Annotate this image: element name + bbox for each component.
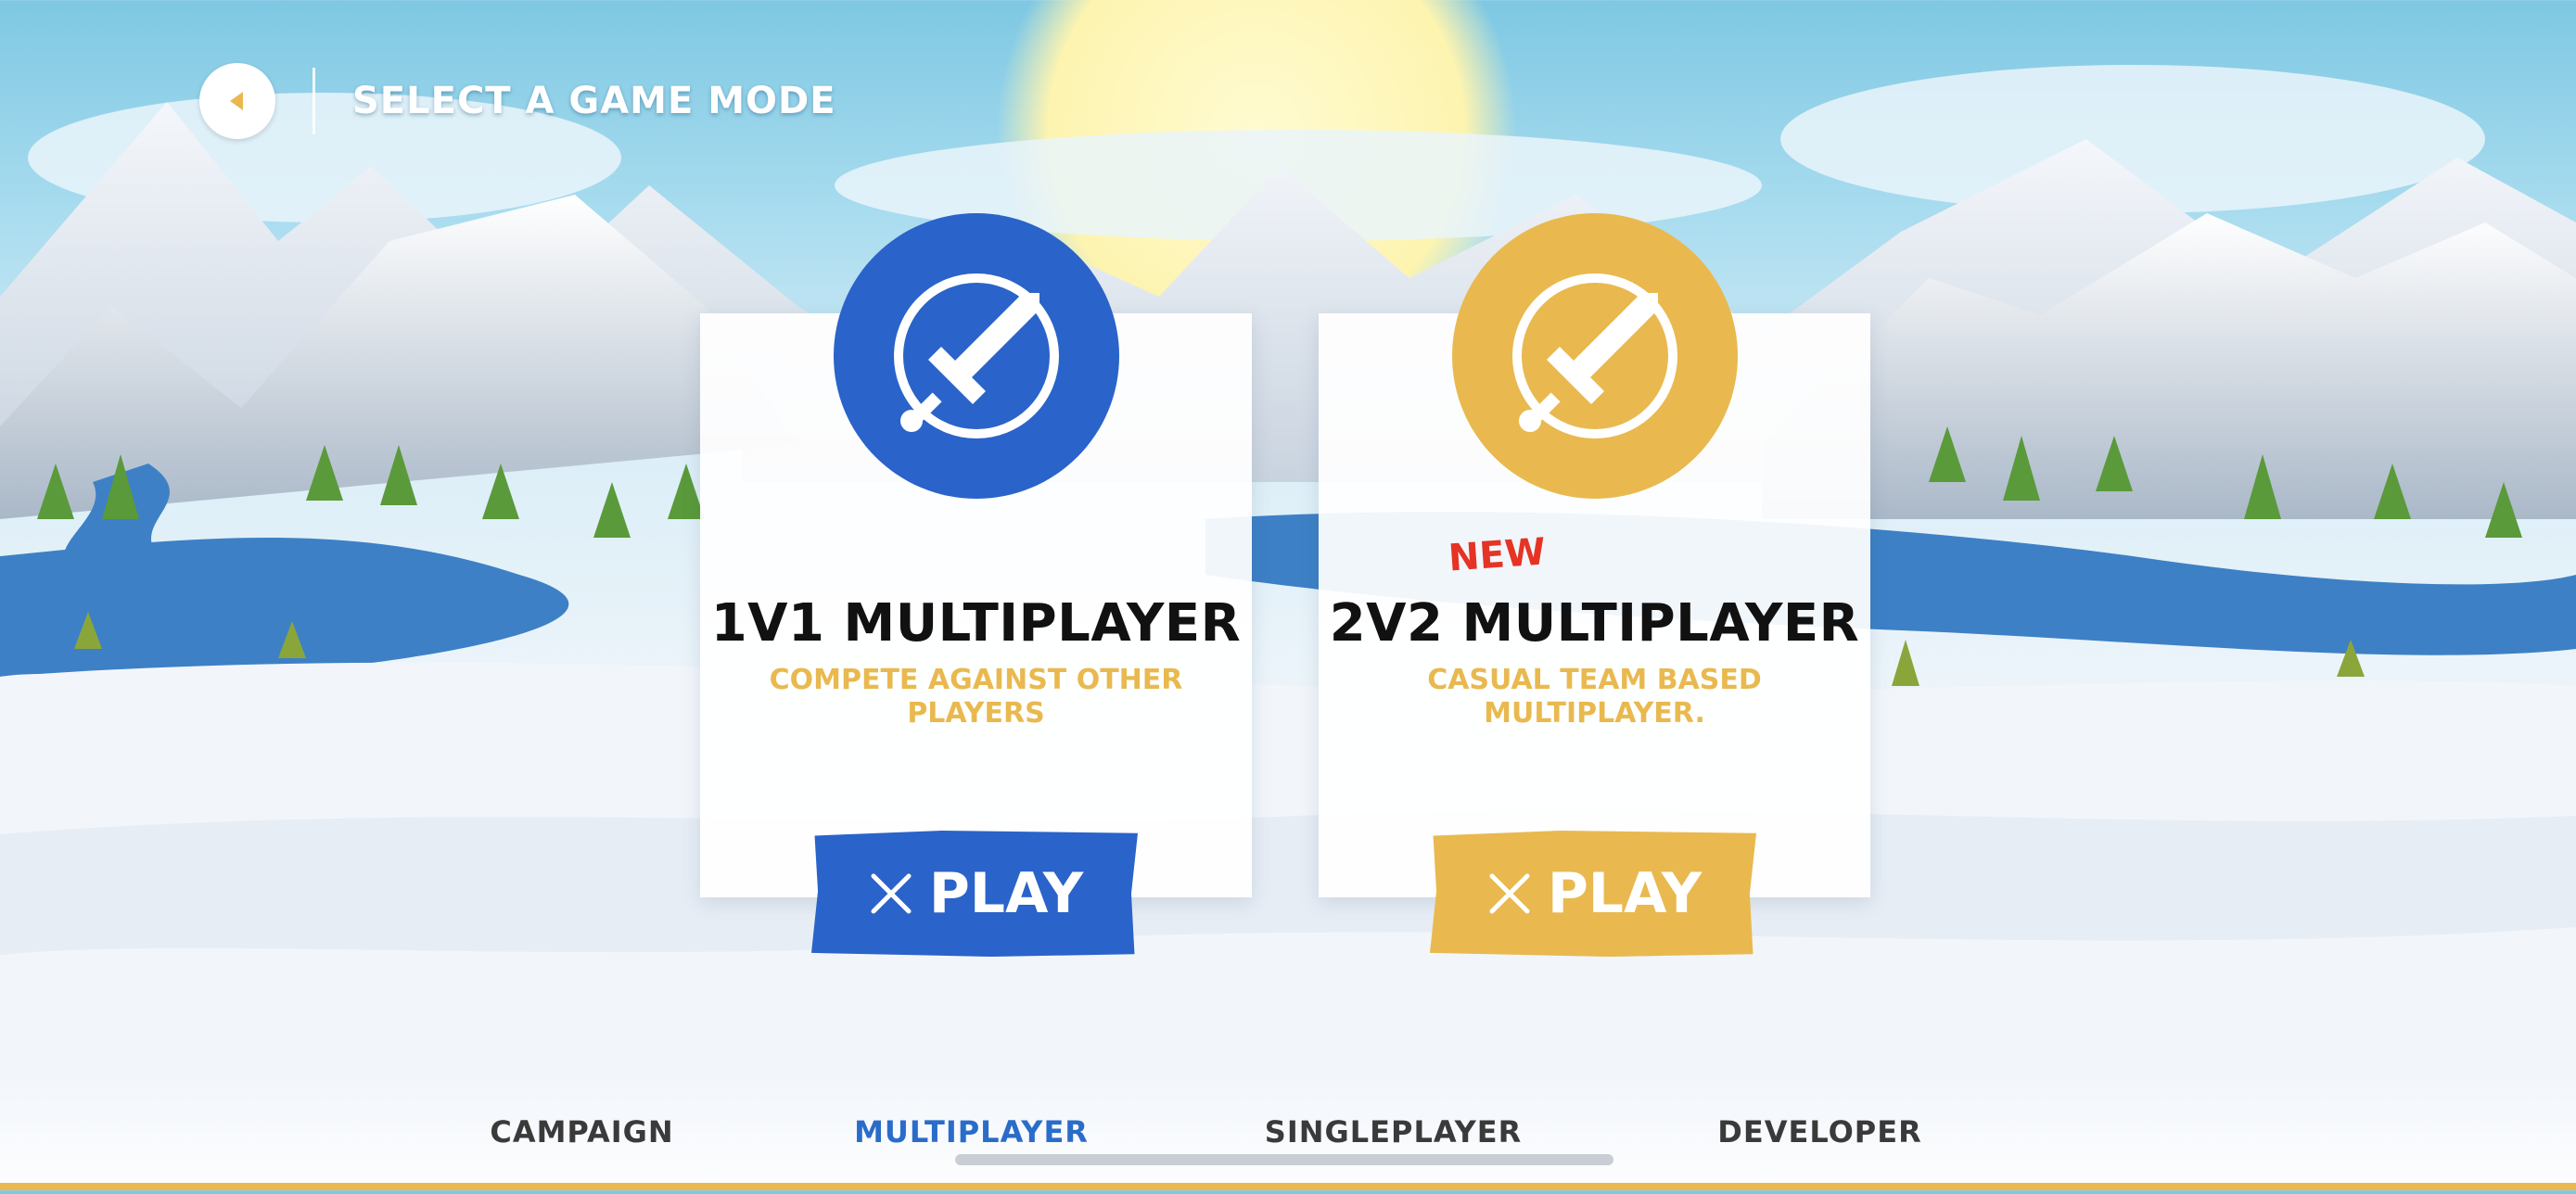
new-badge: NEW (1447, 530, 1548, 580)
play-label: PLAY (1547, 861, 1702, 926)
play-button-1v1[interactable]: PLAY (811, 831, 1138, 957)
page-title: SELECT A GAME MODE (352, 80, 836, 122)
tab-label: MULTIPLAYER (854, 1114, 1089, 1150)
mode-card-2v2: NEW 2V2 MULTIPLAYER CASUAL TEAM BASED MU… (1319, 213, 1870, 957)
mode-title: 1V1 MULTIPLAYER (710, 593, 1242, 654)
snowy-mountain-background (0, 0, 2576, 1190)
mode-badge-1v1 (833, 213, 1119, 499)
header-divider (312, 68, 315, 134)
back-arrow-icon (230, 92, 243, 110)
crossed-swords-icon (871, 873, 912, 914)
mode-description: CASUAL TEAM BASED MULTIPLAYER. (1427, 664, 1762, 730)
play-label: PLAY (928, 861, 1084, 926)
play-button-2v2[interactable]: PLAY (1430, 831, 1756, 957)
back-button[interactable] (199, 63, 275, 139)
home-indicator[interactable] (955, 1154, 1613, 1165)
tab-multiplayer[interactable]: MULTIPLAYER (760, 1073, 1182, 1190)
bottom-accent-strip (0, 1183, 2576, 1190)
mode-description: COMPETE AGAINST OTHER PLAYERS (769, 664, 1183, 730)
tab-label: SINGLEPLAYER (1264, 1114, 1523, 1150)
mode-card-1v1: 1V1 MULTIPLAYER COMPETE AGAINST OTHER PL… (700, 213, 1252, 957)
bottom-tab-bar: CAMPAIGN MULTIPLAYER SINGLEPLAYER DEVELO… (0, 1073, 2576, 1190)
tab-developer[interactable]: DEVELOPER (1609, 1073, 2031, 1190)
tab-label: DEVELOPER (1717, 1114, 1922, 1150)
mode-title: 2V2 MULTIPLAYER (1329, 593, 1860, 654)
tab-campaign[interactable]: CAMPAIGN (371, 1073, 793, 1190)
crossed-swords-icon (1489, 873, 1530, 914)
mode-badge-2v2 (1451, 213, 1738, 499)
sword-icon (1511, 273, 1677, 438)
header: SELECT A GAME MODE (199, 63, 836, 139)
tab-singleplayer[interactable]: SINGLEPLAYER (1182, 1073, 1604, 1190)
sword-icon (893, 273, 1059, 438)
tab-label: CAMPAIGN (490, 1114, 674, 1150)
